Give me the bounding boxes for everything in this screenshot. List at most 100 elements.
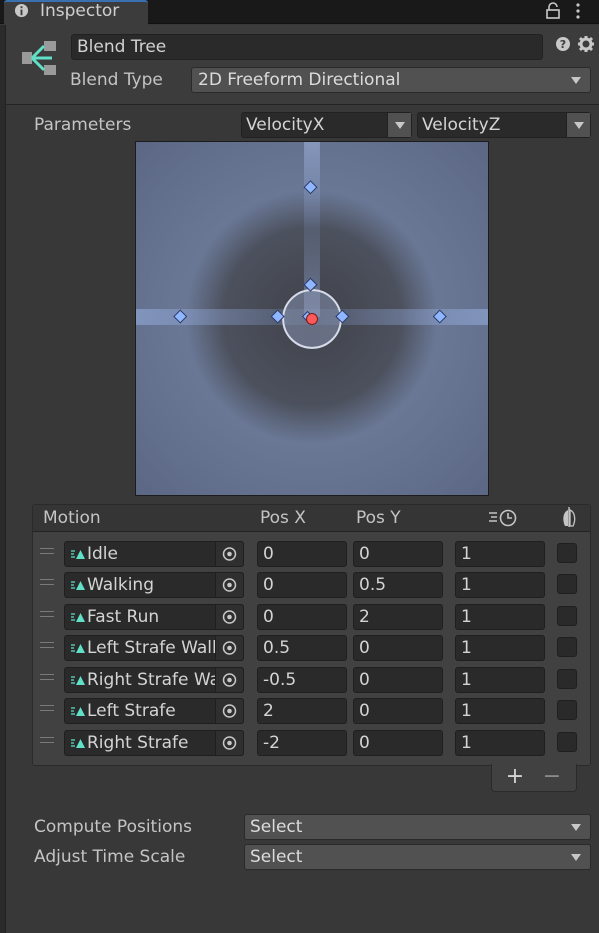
blend-type-dropdown[interactable]: 2D Freeform Directional — [191, 67, 591, 93]
pos-x-field[interactable]: 0.5 — [257, 635, 347, 661]
object-picker-button[interactable] — [215, 604, 244, 630]
motion-name: Right Strafe Walk — [87, 670, 215, 690]
object-picker-button[interactable] — [215, 541, 244, 567]
pos-x-header-label: Pos X — [260, 508, 306, 528]
blend-tree-name-field[interactable]: Blend Tree — [71, 34, 543, 60]
drag-handle[interactable] — [40, 579, 54, 585]
object-picker-button[interactable] — [215, 635, 244, 661]
parameter-x-dropdown[interactable]: VelocityX — [241, 112, 412, 138]
time-scale-field[interactable]: 1 — [455, 698, 545, 724]
object-picker-icon — [222, 673, 237, 687]
blend-type-label: Blend Type — [70, 70, 163, 90]
animation-clip-icon — [71, 613, 85, 622]
blend-tree-graph[interactable] — [135, 141, 489, 496]
mirror-checkbox[interactable] — [557, 637, 577, 657]
animation-clip-icon — [71, 739, 85, 748]
animation-clip-icon — [71, 644, 85, 653]
motion-row: Right Strafe Walk -0.5 0 1 — [33, 664, 590, 695]
object-picker-icon — [222, 610, 237, 624]
chevron-down-icon — [395, 122, 405, 129]
chevron-down-icon — [574, 122, 584, 129]
drag-handle[interactable] — [40, 705, 54, 711]
mirror-checkbox[interactable] — [557, 669, 577, 689]
chevron-down-icon — [571, 77, 581, 84]
more-icon[interactable] — [573, 2, 583, 20]
parameter-x-value: VelocityX — [246, 115, 325, 135]
compute-positions-dropdown[interactable]: Select — [244, 814, 591, 840]
pos-y-field[interactable]: 0 — [353, 730, 443, 756]
help-icon[interactable]: ? — [555, 36, 571, 52]
mirror-checkbox[interactable] — [557, 574, 577, 594]
time-scale-icon — [489, 509, 517, 527]
adjust-time-scale-value: Select — [250, 847, 303, 867]
parameter-y-button[interactable] — [566, 113, 590, 137]
object-picker-icon — [222, 641, 237, 655]
pos-y-header-label: Pos Y — [356, 508, 401, 528]
motion-row: Left Strafe Walk 0.5 0 1 — [33, 632, 590, 663]
remove-motion-button[interactable]: − — [540, 766, 564, 790]
parameter-y-dropdown[interactable]: VelocityZ — [417, 112, 591, 138]
time-scale-field[interactable]: 1 — [455, 604, 545, 630]
pos-x-field[interactable]: -0.5 — [257, 667, 347, 693]
drag-handle[interactable] — [40, 611, 54, 617]
motion-row: Fast Run 0 2 1 — [33, 601, 590, 632]
object-picker-button[interactable] — [215, 730, 244, 756]
motion-name: Left Strafe Walk — [87, 638, 215, 658]
animation-clip-icon — [71, 676, 85, 685]
motion-name: Left Strafe — [87, 701, 176, 721]
mirror-checkbox[interactable] — [557, 700, 577, 720]
pos-y-field[interactable]: 2 — [353, 604, 443, 630]
settings-icon[interactable] — [578, 36, 594, 52]
motion-row: Idle 0 0 1 — [33, 538, 590, 569]
pos-x-field[interactable]: 0 — [257, 604, 347, 630]
left-edge — [0, 25, 6, 933]
info-icon — [14, 3, 29, 18]
pos-y-field[interactable]: 0 — [353, 541, 443, 567]
animation-clip-icon — [71, 581, 85, 590]
pos-x-field[interactable]: -2 — [257, 730, 347, 756]
motion-row: Left Strafe 2 0 1 — [33, 695, 590, 726]
motion-name: Walking — [87, 575, 154, 595]
object-picker-icon — [222, 704, 237, 718]
motion-name: Fast Run — [87, 607, 160, 627]
animation-clip-icon — [71, 707, 85, 716]
chevron-down-icon — [571, 824, 581, 831]
motion-row: Right Strafe -2 0 1 — [33, 727, 590, 758]
mirror-checkbox[interactable] — [557, 732, 577, 752]
object-picker-button[interactable] — [215, 698, 244, 724]
compute-positions-label: Compute Positions — [34, 817, 192, 837]
drag-handle[interactable] — [40, 737, 54, 743]
time-scale-field[interactable]: 1 — [455, 572, 545, 598]
tab-title: Inspector — [40, 1, 120, 21]
adjust-time-scale-dropdown[interactable]: Select — [244, 844, 591, 870]
mirror-checkbox[interactable] — [557, 606, 577, 626]
pos-x-field[interactable]: 0 — [257, 541, 347, 567]
object-picker-icon — [222, 578, 237, 592]
drag-handle[interactable] — [40, 674, 54, 680]
pos-y-field[interactable]: 0 — [353, 635, 443, 661]
pos-x-field[interactable]: 0 — [257, 572, 347, 598]
pos-x-field[interactable]: 2 — [257, 698, 347, 724]
svg-text:?: ? — [560, 38, 566, 51]
time-scale-field[interactable]: 1 — [455, 730, 545, 756]
add-motion-button[interactable]: + — [503, 766, 527, 790]
time-scale-field[interactable]: 1 — [455, 667, 545, 693]
mirror-checkbox[interactable] — [557, 543, 577, 563]
pos-y-field[interactable]: 0 — [353, 667, 443, 693]
time-scale-field[interactable]: 1 — [455, 541, 545, 567]
time-scale-field[interactable]: 1 — [455, 635, 545, 661]
pos-y-field[interactable]: 0 — [353, 698, 443, 724]
object-picker-button[interactable] — [215, 572, 244, 598]
drag-handle[interactable] — [40, 642, 54, 648]
current-blend-point[interactable] — [306, 313, 318, 325]
object-picker-button[interactable] — [215, 667, 244, 693]
motion-name: Right Strafe — [87, 733, 189, 753]
mirror-icon — [563, 507, 576, 527]
motion-name: Idle — [87, 544, 118, 564]
lock-icon[interactable] — [545, 2, 561, 20]
parameter-y-value: VelocityZ — [422, 115, 501, 135]
object-picker-icon — [222, 547, 237, 561]
drag-handle[interactable] — [40, 548, 54, 554]
pos-y-field[interactable]: 0.5 — [353, 572, 443, 598]
parameter-x-button[interactable] — [387, 113, 411, 137]
